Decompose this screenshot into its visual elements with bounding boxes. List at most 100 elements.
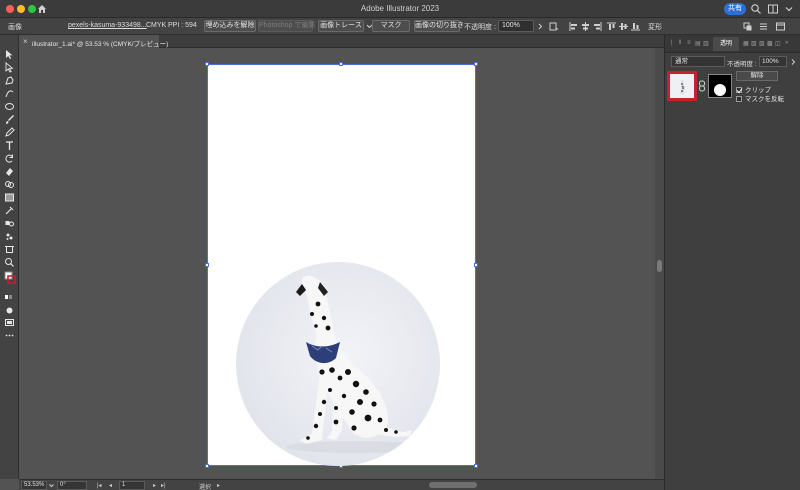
- vertical-scrollbar[interactable]: [655, 48, 664, 479]
- minimize-window-button[interactable]: [17, 5, 25, 13]
- panel-tab-icon[interactable]: ▨: [759, 40, 766, 48]
- panel-opacity-input[interactable]: 100%: [759, 56, 787, 67]
- bounding-box-handle[interactable]: [339, 62, 343, 66]
- control-bar: 画像 pexels-kasuma-933498... CMYK PPI : 59…: [0, 18, 800, 35]
- mask-link-icon[interactable]: [698, 80, 706, 92]
- align-center-icon[interactable]: [580, 21, 591, 32]
- gradient-tool-icon[interactable]: [4, 192, 15, 203]
- align-bottom-icon[interactable]: [630, 21, 641, 32]
- artboard-number-field[interactable]: 1: [119, 481, 145, 490]
- eyedropper-tool-icon[interactable]: [4, 205, 15, 216]
- next-artboard-icon[interactable]: ▸: [153, 482, 156, 489]
- brush-tool-icon[interactable]: [4, 114, 15, 125]
- release-mask-button[interactable]: 解除: [736, 71, 778, 81]
- maximize-window-button[interactable]: [28, 5, 36, 13]
- opacity-input[interactable]: 100%: [498, 20, 534, 32]
- drawing-modes-icon[interactable]: [4, 305, 15, 316]
- invert-mask-checkbox-row[interactable]: マスクを反転: [736, 93, 784, 103]
- zoom-tool-icon[interactable]: [4, 257, 15, 268]
- panel-tab-icon[interactable]: ▩: [767, 40, 774, 48]
- shape-builder-tool-icon[interactable]: [4, 179, 15, 190]
- edit-in-photoshop-button[interactable]: Photoshop で編集: [258, 20, 315, 32]
- current-tool-label: 選択: [199, 485, 212, 490]
- bounding-box-handle[interactable]: [205, 62, 209, 66]
- align-left-icon[interactable]: [568, 21, 579, 32]
- rotation-field[interactable]: 0°: [57, 481, 87, 490]
- status-arrow-icon[interactable]: ▸: [217, 482, 220, 489]
- bounding-box-handle[interactable]: [205, 464, 209, 468]
- pencil-tool-icon[interactable]: [4, 127, 15, 138]
- panel-tab-icon[interactable]: ‖: [679, 40, 686, 48]
- app-title: Adobe Illustrator 2023: [360, 4, 440, 13]
- share-button[interactable]: 共有: [724, 3, 746, 15]
- close-window-button[interactable]: [6, 5, 14, 13]
- color-mode-label: CMYK: [146, 22, 167, 29]
- symbol-sprayer-tool-icon[interactable]: [4, 231, 15, 242]
- clipped-dalmatian-image[interactable]: [236, 262, 440, 466]
- search-icon[interactable]: [750, 3, 762, 15]
- artboard-tool-icon[interactable]: [4, 244, 15, 255]
- curvature-tool-icon[interactable]: [4, 88, 15, 99]
- fill-stroke-icon[interactable]: [4, 271, 16, 285]
- blend-mode-select[interactable]: 通常: [671, 56, 725, 67]
- invert-mask-checkbox[interactable]: [736, 96, 742, 102]
- chevron-down-icon[interactable]: [48, 482, 55, 489]
- screen-mode-icon[interactable]: [4, 317, 15, 328]
- panel-tab-icon[interactable]: |: [671, 40, 678, 48]
- close-document-icon[interactable]: ×: [23, 37, 28, 46]
- arrange-documents-icon[interactable]: [775, 21, 786, 32]
- panel-tab-icon[interactable]: ▧: [751, 40, 758, 48]
- pen-tool-icon[interactable]: [4, 75, 15, 86]
- chevron-down-icon[interactable]: [783, 3, 795, 15]
- panel-collapse-icon[interactable]: »: [785, 40, 792, 48]
- document-tab[interactable]: × illustrator_1.ai* @ 53.53 % (CMYK/プレビュ…: [19, 35, 168, 48]
- color-mode-icon[interactable]: [4, 292, 15, 303]
- selection-tool-icon[interactable]: [4, 49, 15, 60]
- bounding-box-handle[interactable]: [474, 263, 478, 267]
- align-top-icon[interactable]: [606, 21, 617, 32]
- mask-button[interactable]: マスク: [372, 20, 410, 32]
- arrange-icon[interactable]: [742, 21, 753, 32]
- panel-menu-icon[interactable]: [758, 21, 769, 32]
- image-trace-button[interactable]: 画像トレース: [318, 20, 364, 32]
- transform-link[interactable]: 変形: [648, 22, 662, 32]
- vertical-scroll-thumb[interactable]: [657, 260, 662, 272]
- tab-transparency[interactable]: 透明: [713, 37, 739, 51]
- mask-thumbnail[interactable]: [708, 74, 732, 98]
- rotate-tool-icon[interactable]: [4, 153, 15, 164]
- previous-artboard-icon[interactable]: ◂: [109, 482, 112, 489]
- eraser-tool-icon[interactable]: [4, 166, 15, 177]
- panel-tab-icon[interactable]: ▥: [703, 40, 710, 48]
- align-right-icon[interactable]: [592, 21, 603, 32]
- bounding-box-handle[interactable]: [474, 62, 478, 66]
- align-middle-icon[interactable]: [618, 21, 629, 32]
- blend-tool-icon[interactable]: [4, 218, 15, 229]
- linked-file-link[interactable]: pexels-kasuma-933498...: [68, 22, 147, 29]
- crop-image-button[interactable]: 画像の切り抜き: [414, 20, 464, 32]
- panel-tab-icon[interactable]: ◫: [775, 40, 782, 48]
- panel-tab-bar: | ‖ ≡ ▤ ▥ 透明 ▦ ▧ ▨ ▩ ◫ »: [665, 35, 800, 53]
- status-bar: 53.53% 0° |◂ ◂ 1 ▸ ▸| 選択 ▸: [19, 479, 664, 490]
- panel-tab-icon[interactable]: ▤: [695, 40, 702, 48]
- panel-tab-icon[interactable]: ▦: [743, 40, 750, 48]
- chevron-right-icon[interactable]: [535, 21, 546, 32]
- unembed-button[interactable]: 埋め込みを解除: [204, 20, 256, 32]
- document-setup-icon[interactable]: [548, 21, 559, 32]
- ellipse-tool-icon[interactable]: [4, 101, 15, 112]
- workspace-icon[interactable]: [767, 3, 779, 15]
- chevron-right-icon[interactable]: [789, 58, 797, 66]
- type-tool-icon[interactable]: [4, 140, 15, 151]
- home-icon[interactable]: [36, 3, 48, 15]
- horizontal-scroll-thumb[interactable]: [429, 482, 477, 488]
- direct-selection-tool-icon[interactable]: [4, 62, 15, 73]
- opacity-label: 不透明度 :: [464, 24, 496, 31]
- bounding-box-handle[interactable]: [205, 263, 209, 267]
- last-artboard-icon[interactable]: ▸|: [161, 482, 166, 489]
- panel-tab-icon[interactable]: ≡: [687, 40, 694, 48]
- object-type-label: 画像: [8, 24, 22, 31]
- more-tools-icon[interactable]: [4, 330, 15, 341]
- zoom-field[interactable]: 53.53%: [21, 481, 47, 490]
- first-artboard-icon[interactable]: |◂: [97, 482, 102, 489]
- bounding-box-handle[interactable]: [474, 464, 478, 468]
- object-thumbnail[interactable]: [667, 71, 697, 101]
